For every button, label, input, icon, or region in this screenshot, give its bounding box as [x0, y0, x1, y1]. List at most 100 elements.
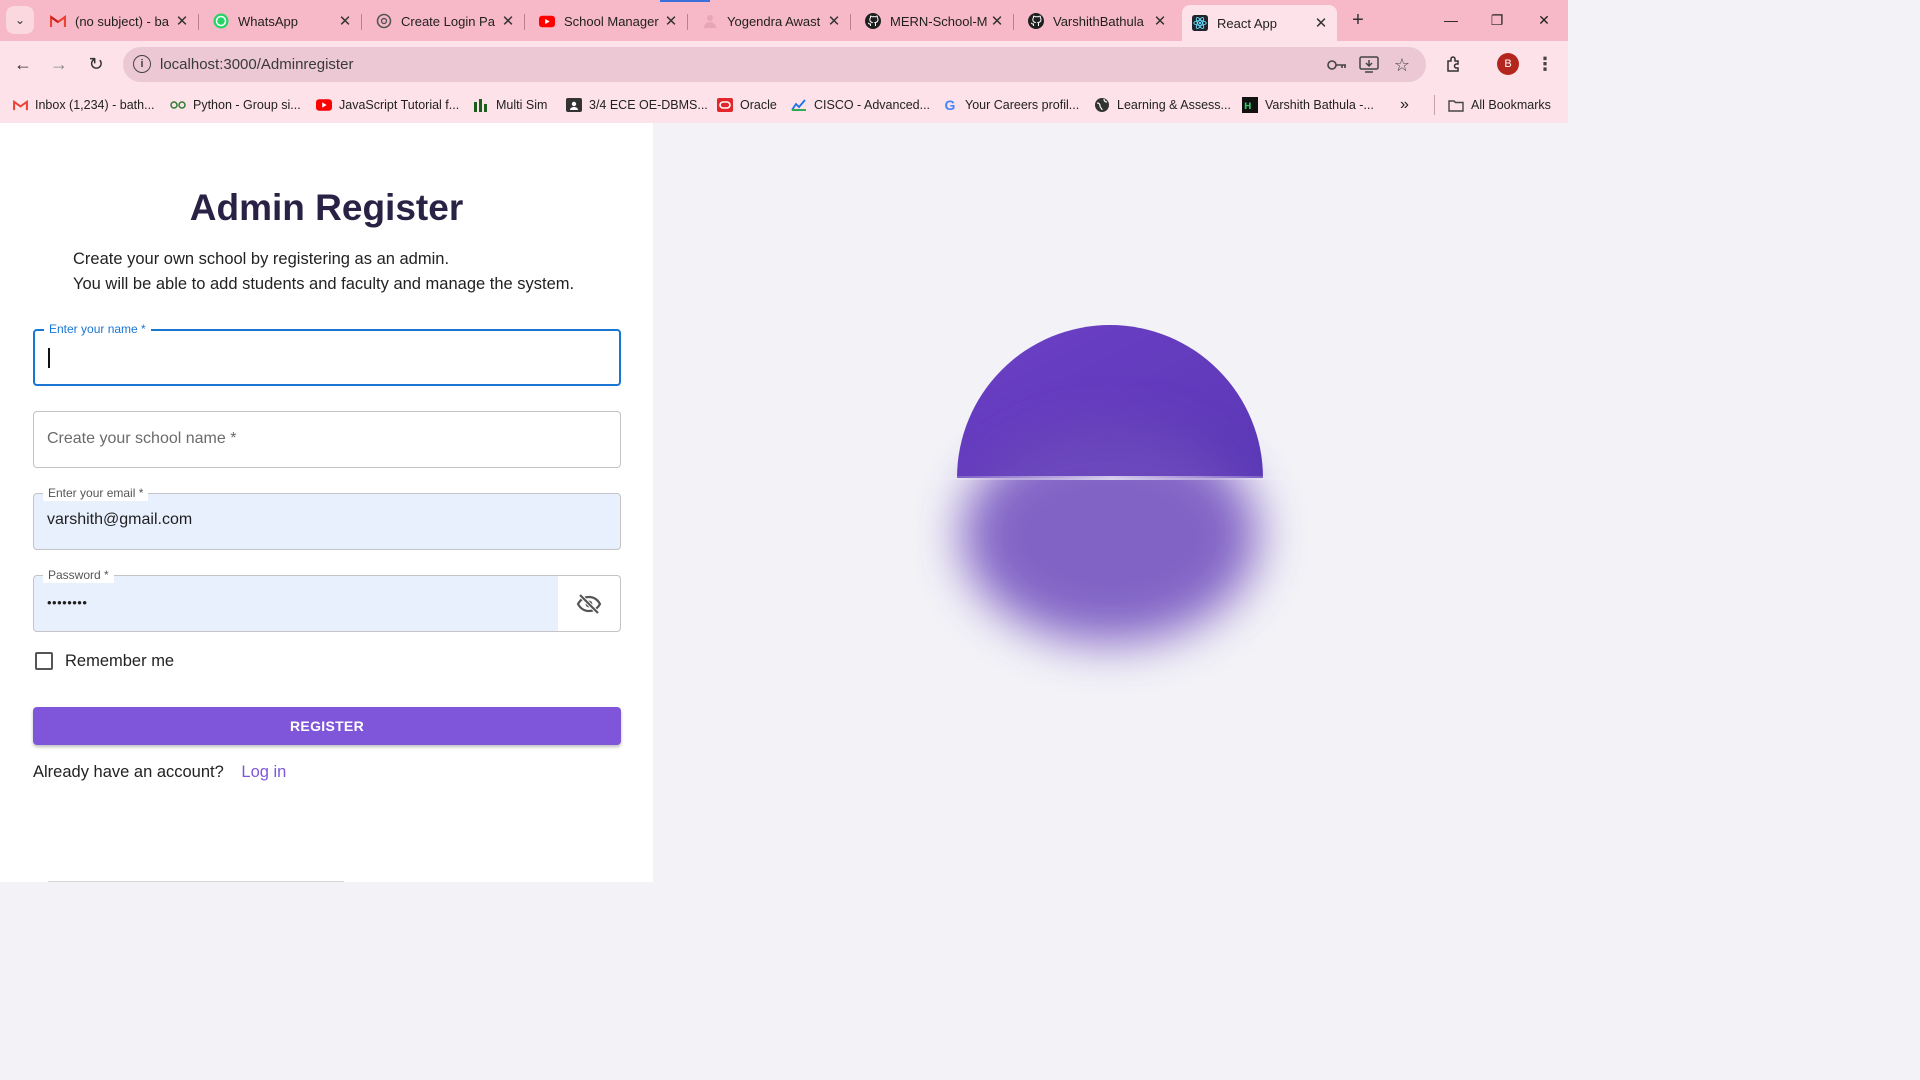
remember-me-label[interactable]: Remember me — [65, 652, 174, 671]
restore-icon: ❐ — [1490, 11, 1504, 28]
tab-gmail[interactable]: (no subject) - ba ✕ — [40, 6, 199, 36]
whatsapp-icon — [213, 13, 229, 29]
tab-chatgpt[interactable]: Create Login Pa ✕ — [366, 6, 525, 36]
tab-github-mern[interactable]: MERN-School-M ✕ — [855, 6, 1014, 36]
tab-loading-indicator — [660, 0, 710, 2]
tab-yogendra[interactable]: Yogendra Awast ✕ — [692, 6, 851, 36]
email-field-label: Enter your email * — [43, 485, 149, 501]
bookmark-item[interactable]: Python - Group si... — [170, 95, 301, 115]
oracle-icon — [717, 97, 733, 113]
bookmark-item[interactable]: Inbox (1,234) - bath... — [12, 95, 155, 115]
email-field[interactable]: Enter your email * varshith@gmail.com — [33, 485, 621, 550]
bookmarks-bar: Inbox (1,234) - bath... Python - Group s… — [0, 87, 1568, 123]
tab-search-button[interactable]: ⌄ — [6, 6, 34, 34]
register-form-panel: Admin Register Create your own school by… — [0, 123, 653, 882]
login-link[interactable]: Log in — [241, 763, 286, 781]
arrow-right-icon: → — [50, 53, 68, 74]
name-field[interactable]: Enter your name * — [33, 321, 621, 386]
name-field-label: Enter your name * — [44, 321, 151, 337]
github-icon — [1028, 13, 1044, 29]
window-close-button[interactable]: ✕ — [1521, 6, 1567, 34]
star-icon[interactable]: ☆ — [1391, 54, 1413, 76]
bookmark-item[interactable]: Learning & Assess... — [1094, 95, 1231, 115]
tab-title: WhatsApp — [238, 13, 298, 29]
close-icon[interactable]: ✕ — [824, 11, 844, 31]
description-line-1: Create your own school by registering as… — [73, 250, 450, 268]
chatgpt-icon — [376, 13, 392, 29]
bookmark-label: Python - Group si... — [193, 98, 301, 112]
tab-title: School Manager — [564, 13, 659, 29]
key-icon[interactable] — [1326, 54, 1348, 76]
tab-title: (no subject) - ba — [75, 13, 169, 29]
url-text[interactable]: localhost:3000/Adminregister — [160, 56, 353, 73]
bookmark-item[interactable]: 3/4 ECE OE-DBMS... — [566, 95, 708, 115]
horizon-line — [903, 476, 1323, 480]
bookmark-item[interactable]: CISCO - Advanced... — [791, 95, 930, 115]
close-icon[interactable]: ✕ — [172, 11, 192, 31]
minimize-button[interactable]: — — [1428, 6, 1474, 34]
bookmark-item[interactable]: JavaScript Tutorial f... — [316, 95, 459, 115]
all-bookmarks-button[interactable]: All Bookmarks — [1448, 95, 1551, 115]
close-icon[interactable]: ✕ — [1311, 13, 1331, 33]
login-prompt-text: Already have an account? — [33, 763, 224, 781]
register-button[interactable]: REGISTER — [33, 707, 621, 745]
tab-github-varshith[interactable]: VarshithBathula ✕ — [1018, 6, 1176, 36]
remember-me-checkbox[interactable] — [35, 652, 53, 670]
school-name-placeholder: Create your school name * — [47, 430, 237, 447]
back-button[interactable]: ← — [8, 49, 38, 79]
new-tab-button[interactable]: + — [1346, 8, 1370, 32]
bookmark-label: CISCO - Advanced... — [814, 98, 931, 112]
tab-whatsapp[interactable]: WhatsApp ✕ — [203, 6, 362, 36]
profile-icon — [702, 13, 718, 29]
password-value[interactable]: •••••••• — [47, 595, 87, 610]
kebab-menu-icon[interactable]: ⋮ — [1534, 53, 1556, 75]
text-caret — [48, 348, 50, 368]
cisco-icon — [791, 97, 807, 113]
close-icon[interactable]: ✕ — [498, 11, 518, 31]
profile-avatar[interactable]: B — [1497, 53, 1519, 75]
reload-icon: ↻ — [88, 53, 104, 74]
multisim-icon — [473, 97, 489, 113]
reload-button[interactable]: ↻ — [81, 49, 111, 79]
extensions-icon[interactable] — [1443, 53, 1465, 75]
tab-youtube[interactable]: School Manager ✕ — [529, 6, 688, 36]
password-field-label: Password * — [43, 567, 114, 583]
description-line-2: You will be able to add students and fac… — [73, 275, 575, 293]
toggle-password-visibility-button[interactable] — [558, 576, 620, 631]
sun-reflection-illustration — [903, 325, 1323, 643]
address-bar[interactable]: i localhost:3000/Adminregister ☆ — [123, 47, 1426, 82]
email-value[interactable]: varshith@gmail.com — [47, 511, 192, 529]
tab-title: Yogendra Awast — [727, 13, 821, 29]
bookmark-label: 3/4 ECE OE-DBMS... — [589, 98, 708, 112]
bookmark-item[interactable]: Multi Sim — [473, 95, 547, 115]
site-info-icon[interactable]: i — [133, 55, 151, 73]
password-field[interactable]: Password * •••••••• — [33, 567, 621, 632]
sun-reflection — [962, 427, 1258, 643]
bookmark-item[interactable]: H Varshith Bathula -... — [1242, 95, 1374, 115]
bookmarks-overflow-button[interactable]: » — [1400, 95, 1409, 115]
chevron-down-icon: ⌄ — [14, 13, 26, 27]
gmail-icon — [50, 13, 66, 29]
youtube-icon — [316, 97, 332, 113]
bookmark-label: Multi Sim — [496, 98, 548, 112]
bookmark-label: Inbox (1,234) - bath... — [35, 98, 155, 112]
close-icon[interactable]: ✕ — [335, 11, 355, 31]
remember-me-row[interactable]: Remember me — [33, 648, 174, 674]
youtube-icon — [539, 13, 555, 29]
close-icon[interactable]: ✕ — [661, 11, 681, 31]
close-icon[interactable]: ✕ — [1150, 11, 1170, 31]
login-prompt-row: Already have an account? Log in — [33, 763, 286, 782]
bookmark-item[interactable]: Oracle — [717, 95, 777, 115]
hackerrank-icon: H — [1242, 97, 1258, 113]
school-name-field[interactable]: Create your school name * — [33, 411, 621, 468]
restore-button[interactable]: ❐ — [1474, 6, 1520, 34]
globe-icon — [1094, 97, 1110, 113]
install-app-icon[interactable] — [1358, 54, 1380, 76]
close-icon[interactable]: ✕ — [987, 11, 1007, 31]
forward-button[interactable]: → — [44, 49, 74, 79]
plus-icon: + — [1352, 8, 1364, 31]
bookmark-item[interactable]: G Your Careers profil... — [942, 95, 1080, 115]
tab-react-app[interactable]: React App ✕ — [1182, 5, 1337, 41]
bookmark-label: Your Careers profil... — [965, 98, 1080, 112]
bookmark-label: Learning & Assess... — [1117, 98, 1231, 112]
